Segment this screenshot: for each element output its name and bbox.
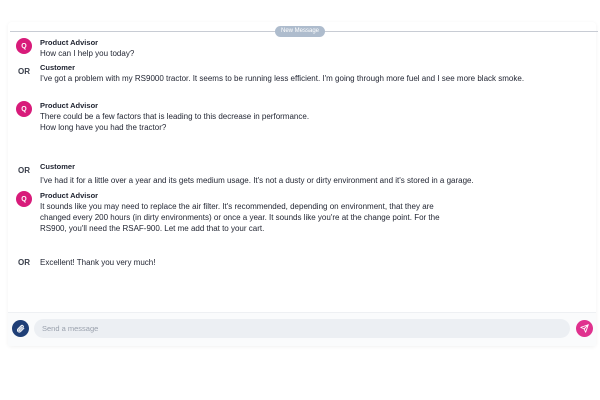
bot-avatar: Q: [16, 101, 32, 117]
message-text: I've got a problem with my RS9000 tracto…: [40, 74, 525, 83]
message-text: I've had it for a little over a year and…: [40, 176, 474, 185]
customer-avatar: OR: [18, 165, 30, 175]
attach-button[interactable]: [12, 320, 29, 337]
sender-name: Customer: [40, 162, 76, 171]
message-customer: OR Customer I've had it for a little ove…: [16, 162, 550, 186]
message-product-advisor: Q Product Advisor How can I help you tod…: [16, 38, 550, 59]
message-text: RS900, you'll need the RSAF-900. Let me …: [40, 224, 265, 233]
sender-name: Product Advisor: [40, 101, 99, 110]
message-text: How long have you had the tractor?: [40, 123, 167, 132]
message-text: How can I help you today?: [40, 49, 135, 58]
message-customer: OR Customer I've got a problem with my R…: [16, 63, 550, 84]
customer-avatar: OR: [18, 257, 30, 267]
bot-avatar: Q: [16, 38, 32, 54]
sender-name: Product Advisor: [40, 38, 99, 47]
message-text: Excellent! Thank you very much!: [40, 257, 156, 267]
message-input[interactable]: [34, 319, 570, 338]
new-message-label: New Message: [274, 26, 326, 37]
bot-avatar: Q: [16, 191, 32, 207]
message-text: changed every 200 hours (in dirty enviro…: [40, 213, 440, 222]
sender-name: Customer: [40, 63, 76, 72]
message-product-advisor: Q Product Advisor There could be a few f…: [16, 101, 550, 133]
paperclip-icon: [17, 324, 25, 333]
message-customer: OR Excellent! Thank you very much!: [16, 254, 550, 270]
message-product-advisor: Q Product Advisor It sounds like you may…: [16, 191, 550, 234]
customer-avatar: OR: [18, 66, 30, 76]
send-button[interactable]: [576, 320, 593, 337]
message-text: There could be a few factors that is lea…: [40, 112, 310, 121]
send-icon: [580, 324, 589, 333]
sender-name: Product Advisor: [40, 191, 99, 200]
message-text: It sounds like you may need to replace t…: [40, 202, 434, 211]
